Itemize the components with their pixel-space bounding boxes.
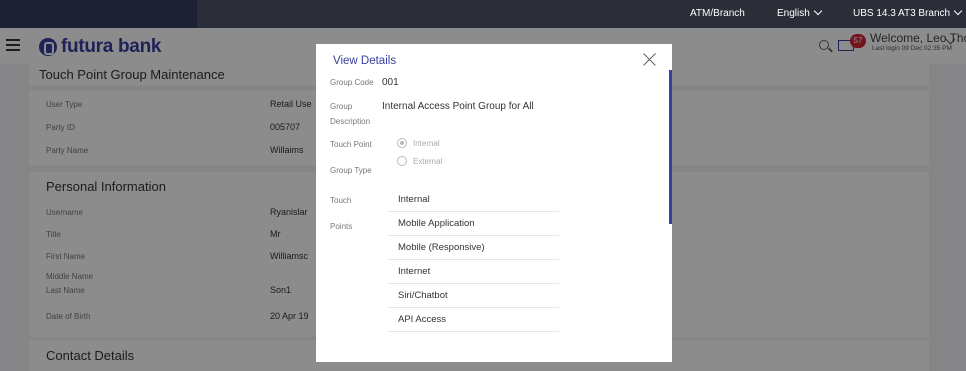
touch-point-item: Internet	[388, 260, 559, 284]
group-code-label: Group Code	[330, 78, 374, 87]
chevron-down-icon	[813, 6, 823, 16]
radio-internal-label: Internal	[413, 139, 440, 148]
group-description-value: Internal Access Point Group for All	[382, 101, 534, 112]
group-code-value: 001	[382, 77, 399, 88]
top-bar: ATM/Branch English UBS 14.3 AT3 Branch	[0, 0, 966, 28]
chevron-down-icon	[953, 6, 963, 16]
close-icon[interactable]	[643, 52, 657, 66]
touch-point-group-type-label: Touch Point	[330, 140, 372, 149]
touch-point-item: Siri/Chatbot	[388, 284, 559, 308]
group-description-label: Description	[330, 117, 371, 126]
touch-point-item: Mobile (Responsive)	[388, 236, 559, 260]
touch-point-group-type-label: Group Type	[330, 166, 372, 175]
branch-selector[interactable]: UBS 14.3 AT3 Branch	[853, 6, 963, 19]
atm-branch-link[interactable]: ATM/Branch	[690, 8, 745, 19]
touch-points-label: Points	[330, 222, 353, 231]
language-selector[interactable]: English	[777, 6, 823, 19]
touch-point-item: API Access	[388, 308, 559, 332]
touch-points-label: Touch	[330, 196, 352, 205]
branch-label: UBS 14.3 AT3 Branch	[853, 8, 951, 19]
touch-point-item: Internal	[388, 188, 559, 212]
radio-internal[interactable]	[397, 138, 407, 148]
radio-external-label: External	[413, 157, 443, 166]
top-bar-brand-area	[0, 0, 197, 28]
modal-scrollbar[interactable]	[669, 70, 672, 224]
radio-external[interactable]	[397, 156, 407, 166]
view-details-modal: View Details Group Code 001 Group Descri…	[316, 44, 672, 362]
group-description-label: Group	[330, 102, 353, 111]
modal-title: View Details	[333, 55, 397, 67]
language-label: English	[777, 8, 810, 19]
touch-point-item: Mobile Application	[388, 212, 559, 236]
